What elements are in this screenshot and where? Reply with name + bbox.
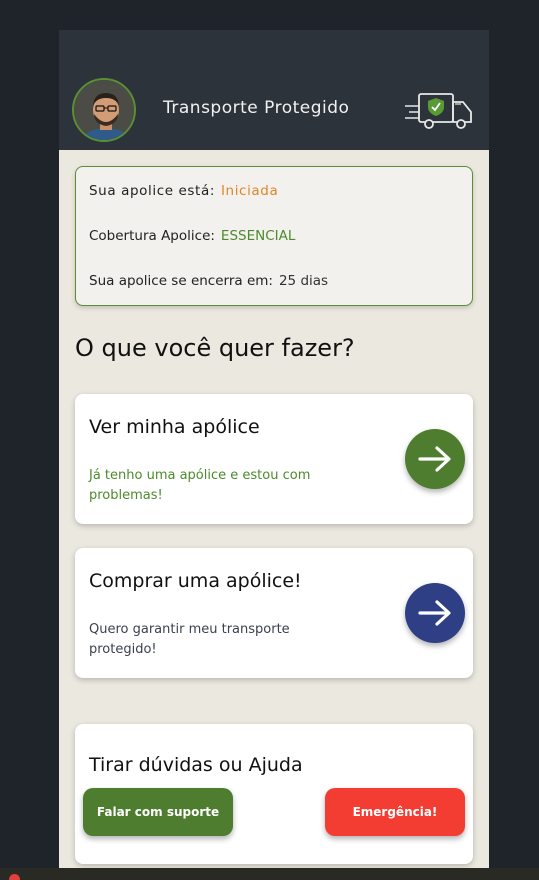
- help-title: Tirar dúvidas ou Ajuda: [89, 754, 303, 776]
- policy-status-row: Sua apolice está: Iniciada: [89, 183, 278, 199]
- policy-expiry-row: Sua apolice se encerra em: 25 dias: [89, 273, 328, 289]
- policy-status-value: Iniciada: [220, 183, 279, 199]
- policy-expiry-label: Sua apolice se encerra em:: [89, 273, 273, 289]
- buy-policy-arrow-button[interactable]: [405, 583, 465, 643]
- help-card: Tirar dúvidas ou Ajuda Falar com suporte…: [75, 724, 473, 864]
- truck-shield-icon: [405, 93, 472, 129]
- view-policy-title: Ver minha apólice: [89, 416, 260, 438]
- buy-policy-title: Comprar uma apólice!: [89, 570, 302, 592]
- policy-expiry-value: 25 dias: [278, 273, 329, 289]
- section-question: O que você quer fazer?: [75, 334, 355, 362]
- desktop-background: Transporte Protegido Sua apolice está: In…: [0, 0, 539, 880]
- policy-status-label: Sua apolice está:: [89, 183, 215, 199]
- arrow-right-icon: [418, 600, 451, 626]
- view-policy-description: Já tenho uma apólice e estou com problem…: [89, 468, 311, 503]
- view-policy-arrow-button[interactable]: [405, 429, 465, 489]
- user-avatar[interactable]: [72, 78, 136, 142]
- app-screen: Transporte Protegido Sua apolice está: In…: [59, 30, 489, 870]
- policy-coverage-label: Cobertura Apolice:: [89, 228, 215, 244]
- policy-coverage-value: ESSENCIAL: [220, 228, 296, 244]
- view-policy-card[interactable]: Ver minha apólice Já tenho uma apólice e…: [75, 394, 473, 524]
- emergency-button[interactable]: Emergência!: [325, 788, 465, 836]
- taskbar-strip: [0, 868, 539, 880]
- notification-dot-icon: [9, 874, 20, 880]
- talk-to-support-button[interactable]: Falar com suporte: [83, 788, 233, 836]
- policy-coverage-row: Cobertura Apolice: ESSENCIAL: [89, 228, 295, 244]
- app-title: Transporte Protegido: [163, 98, 350, 118]
- arrow-right-icon: [418, 446, 451, 472]
- policy-status-card: Sua apolice está: Iniciada Cobertura Apol…: [75, 166, 473, 306]
- buy-policy-description: Quero garantir meu transporte protegido!: [89, 622, 290, 657]
- buy-policy-card[interactable]: Comprar uma apólice! Quero garantir meu …: [75, 548, 473, 678]
- avatar-image: [74, 80, 134, 140]
- app-header: Transporte Protegido: [59, 30, 489, 150]
